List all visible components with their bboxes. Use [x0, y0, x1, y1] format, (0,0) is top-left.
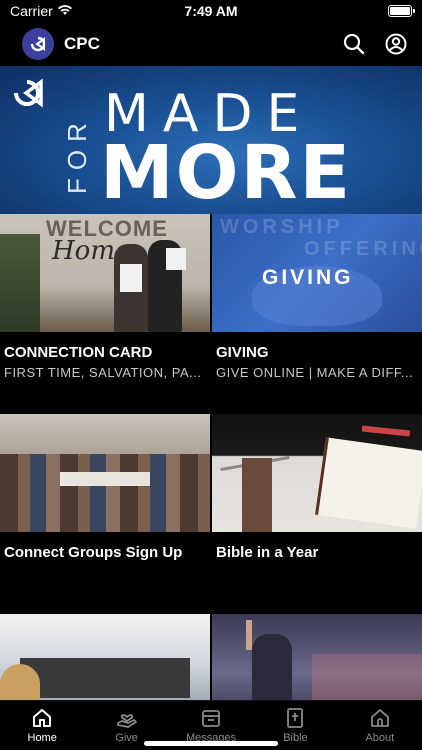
- tab-label: About: [365, 732, 395, 744]
- tile-image: [212, 414, 422, 532]
- wifi-icon: [57, 3, 73, 19]
- battery-icon: [388, 5, 415, 17]
- image-caption: GIVING: [262, 266, 354, 289]
- search-icon[interactable]: [340, 30, 368, 58]
- hero-text-for: FOR: [62, 115, 92, 194]
- tab-label: Give: [115, 732, 138, 744]
- messages-icon: [202, 710, 220, 727]
- nav-bar: CPC: [0, 22, 422, 66]
- about-icon: [370, 709, 389, 727]
- tile-image: WELCOME Home: [0, 214, 210, 332]
- tab-home[interactable]: Home: [0, 701, 84, 750]
- home-icon: [33, 709, 52, 727]
- tile-bible-in-a-year[interactable]: Bible in a Year: [212, 414, 422, 561]
- give-icon: [116, 714, 137, 728]
- tile-connection-card[interactable]: WELCOME Home CONNECTION CARD FIRST TIME,…: [0, 214, 210, 380]
- hero-text-more: MORE: [100, 130, 353, 214]
- tab-label: Bible: [283, 732, 308, 744]
- tile-title: GIVING: [216, 344, 269, 361]
- tile-title: Connect Groups Sign Up: [4, 544, 183, 561]
- status-bar: Carrier 7:49 AM: [0, 0, 422, 22]
- bible-icon: [287, 708, 304, 728]
- tile-image: WORSHIP OFFERING GIVING: [212, 214, 422, 332]
- tile-image: [0, 414, 210, 532]
- hero-logo-icon: [8, 76, 46, 115]
- status-left: Carrier: [10, 3, 388, 19]
- tile-connect-groups[interactable]: Connect Groups Sign Up: [0, 414, 210, 561]
- tile-subtitle: GIVE ONLINE | MAKE A DIFF...: [216, 365, 414, 380]
- hero-banner[interactable]: FOR MADE MORE: [0, 66, 422, 214]
- tile-title: CONNECTION CARD: [4, 344, 153, 361]
- tile-title: Bible in a Year: [216, 544, 319, 561]
- tab-about[interactable]: About: [338, 701, 422, 750]
- app-logo-icon: [22, 28, 54, 60]
- app-title: CPC: [64, 34, 100, 53]
- tab-label: Home: [27, 732, 57, 744]
- tile-giving[interactable]: WORSHIP OFFERING GIVING GIVING GIVE ONLI…: [212, 214, 422, 380]
- image-caption: OFFERING: [304, 238, 422, 260]
- profile-icon[interactable]: [382, 30, 410, 58]
- home-indicator: [144, 741, 278, 746]
- carrier-label: Carrier: [10, 3, 53, 19]
- image-caption: WORSHIP: [220, 216, 344, 238]
- tile-subtitle: FIRST TIME, SALVATION, PA...: [4, 365, 202, 380]
